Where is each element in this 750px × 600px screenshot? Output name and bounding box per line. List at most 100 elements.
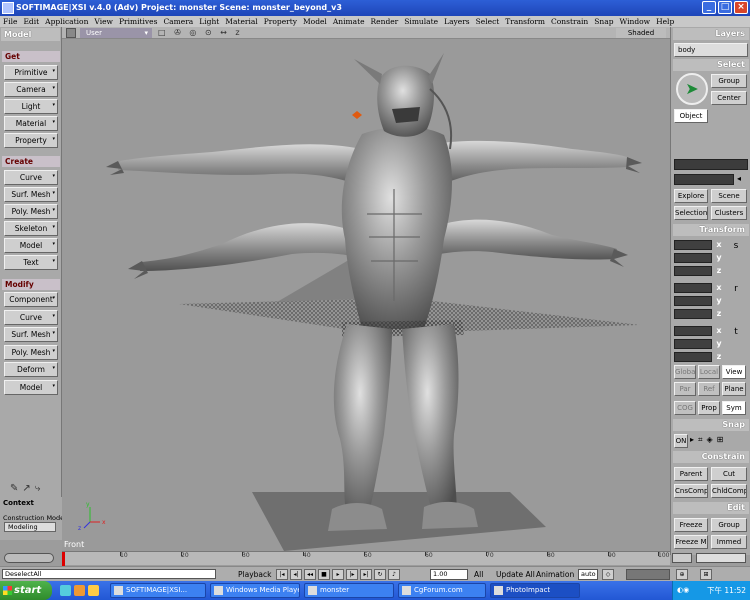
create-poly-mesh-button[interactable]: Poly. Mesh xyxy=(4,204,58,219)
layers-header[interactable]: Layers xyxy=(673,28,749,40)
create-curve-button[interactable]: Curve xyxy=(4,170,58,185)
rotate-x-field[interactable] xyxy=(674,283,712,293)
menu-model[interactable]: Model xyxy=(303,16,327,27)
center-button[interactable]: Center xyxy=(711,91,747,105)
taskbar-item-browser[interactable]: CgForum.com xyxy=(398,583,486,598)
cut-button[interactable]: Cut xyxy=(711,467,747,481)
scene-button[interactable]: Scene xyxy=(711,189,747,203)
menu-edit[interactable]: Edit xyxy=(23,16,39,27)
scale-z-field[interactable] xyxy=(674,266,712,276)
rotate-z-field[interactable] xyxy=(674,309,712,319)
rotate-y-field[interactable] xyxy=(674,296,712,306)
snap-option-icons[interactable]: ▸⌗◈⊞ xyxy=(690,435,727,445)
menu-select[interactable]: Select xyxy=(476,16,500,27)
next-key-button[interactable]: |▸ xyxy=(346,569,358,580)
key-options-icon[interactable]: ⊕ xyxy=(676,569,688,580)
edit-header[interactable]: Edit xyxy=(673,502,749,514)
snap-header[interactable]: Snap xyxy=(673,419,749,431)
get-primitive-button[interactable]: Primitive xyxy=(4,65,58,80)
immed-button[interactable]: Immed xyxy=(711,535,747,549)
menu-window[interactable]: Window xyxy=(620,16,651,27)
scale-z-label[interactable]: z xyxy=(713,266,725,276)
timeline-end-slider[interactable] xyxy=(672,553,692,563)
play-button[interactable]: ▸ xyxy=(332,569,344,580)
stop-button[interactable]: ■ xyxy=(318,569,330,580)
get-property-button[interactable]: Property xyxy=(4,133,58,148)
viewport-view-select[interactable]: User xyxy=(80,28,152,38)
update-all-label[interactable]: Update All xyxy=(496,570,535,579)
command-line[interactable]: DeselectAll xyxy=(2,569,216,579)
translate-z-label[interactable]: z xyxy=(713,352,725,362)
get-material-button[interactable]: Material xyxy=(4,116,58,131)
menu-simulate[interactable]: Simulate xyxy=(404,16,438,27)
menu-property[interactable]: Property xyxy=(264,16,297,27)
menu-file[interactable]: File xyxy=(3,16,17,27)
display-mode-select[interactable]: Shaded xyxy=(616,28,666,38)
scale-x-label[interactable]: x xyxy=(713,240,725,250)
cog-button[interactable]: COG xyxy=(674,401,696,415)
translate-z-field[interactable] xyxy=(674,352,712,362)
taskbar-item-photoimpact[interactable]: PhotoImpact xyxy=(490,583,580,598)
timeline-start-field[interactable] xyxy=(4,553,54,563)
timeline-end-field[interactable] xyxy=(696,553,746,563)
media-player-icon[interactable] xyxy=(74,585,85,596)
translate-x-label[interactable]: x xyxy=(713,326,725,336)
menu-help[interactable]: Help xyxy=(656,16,674,27)
scale-x-field[interactable] xyxy=(674,240,712,250)
show-desktop-icon[interactable] xyxy=(60,585,71,596)
key-icon[interactable]: ◇ xyxy=(602,569,614,580)
parent-button[interactable]: Parent xyxy=(674,467,708,481)
auto-key-field[interactable]: auto xyxy=(578,569,598,580)
edit-group-button[interactable]: Group xyxy=(711,518,747,532)
grid-options-icon[interactable]: ⊞ xyxy=(700,569,712,580)
freeze-button[interactable]: Freeze xyxy=(674,518,708,532)
rotate-z-label[interactable]: z xyxy=(713,309,725,319)
menu-layers[interactable]: Layers xyxy=(444,16,470,27)
cnscomp-button[interactable]: CnsComp xyxy=(674,484,708,498)
rotate-tool-icon[interactable]: r xyxy=(729,282,743,296)
group-button[interactable]: Group xyxy=(711,74,747,88)
prop-button[interactable]: Prop xyxy=(698,401,720,415)
viewport-menu-icon[interactable] xyxy=(66,28,76,38)
create-skeleton-button[interactable]: Skeleton xyxy=(4,221,58,236)
current-frame-field[interactable]: 1.00 xyxy=(430,569,468,580)
selection-name-field[interactable] xyxy=(674,159,748,170)
object-filter-button[interactable]: Object xyxy=(674,109,708,123)
close-button[interactable]: × xyxy=(734,1,748,14)
taskbar-item-media-player[interactable]: Windows Media Player xyxy=(210,583,300,598)
first-frame-button[interactable]: |◂ xyxy=(276,569,288,580)
modify-deform-button[interactable]: Deform xyxy=(4,362,58,377)
plane-button[interactable]: Plane xyxy=(722,382,746,396)
minimize-button[interactable]: _ xyxy=(702,1,716,14)
animation-slider[interactable] xyxy=(626,569,670,580)
modify-model-button[interactable]: Model xyxy=(4,380,58,395)
explore-button[interactable]: Explore xyxy=(674,189,708,203)
modify-poly-mesh-button[interactable]: Poly. Mesh xyxy=(4,345,58,360)
modify-surf-mesh-button[interactable]: Surf. Mesh xyxy=(4,327,58,342)
local-button[interactable]: Local xyxy=(698,365,720,379)
get-light-button[interactable]: Light xyxy=(4,99,58,114)
modify-curve-button[interactable]: Curve xyxy=(4,310,58,325)
clusters-button[interactable]: Clusters xyxy=(711,206,747,220)
menu-camera[interactable]: Camera xyxy=(163,16,193,27)
taskbar-item-softimage[interactable]: SOFTIMAGE|XSI... xyxy=(110,583,206,598)
menu-render[interactable]: Render xyxy=(371,16,399,27)
3d-viewport[interactable]: y x z Front xyxy=(62,39,670,551)
scale-tool-icon[interactable]: s xyxy=(729,239,743,253)
explorer-icon[interactable] xyxy=(88,585,99,596)
selection-filter-field[interactable] xyxy=(674,174,734,185)
translate-x-field[interactable] xyxy=(674,326,712,336)
prev-key-button[interactable]: ◂| xyxy=(290,569,302,580)
taskbar-item-folder[interactable]: monster xyxy=(304,583,394,598)
view-button[interactable]: View xyxy=(722,365,746,379)
menu-material[interactable]: Material xyxy=(225,16,257,27)
play-back-button[interactable]: ◂◂ xyxy=(304,569,316,580)
menu-transform[interactable]: Transform xyxy=(505,16,545,27)
toolbar-tool-icons[interactable]: ✎↗⤷ xyxy=(10,483,44,494)
all-label[interactable]: All xyxy=(474,570,483,579)
transform-header[interactable]: Transform xyxy=(673,224,749,236)
select-header[interactable]: Select xyxy=(673,59,749,71)
construction-mode-select[interactable]: Modeling xyxy=(4,522,56,532)
timeline[interactable]: 10 20 30 40 50 60 70 80 90 100 xyxy=(62,551,670,566)
rotate-x-label[interactable]: x xyxy=(713,283,725,293)
